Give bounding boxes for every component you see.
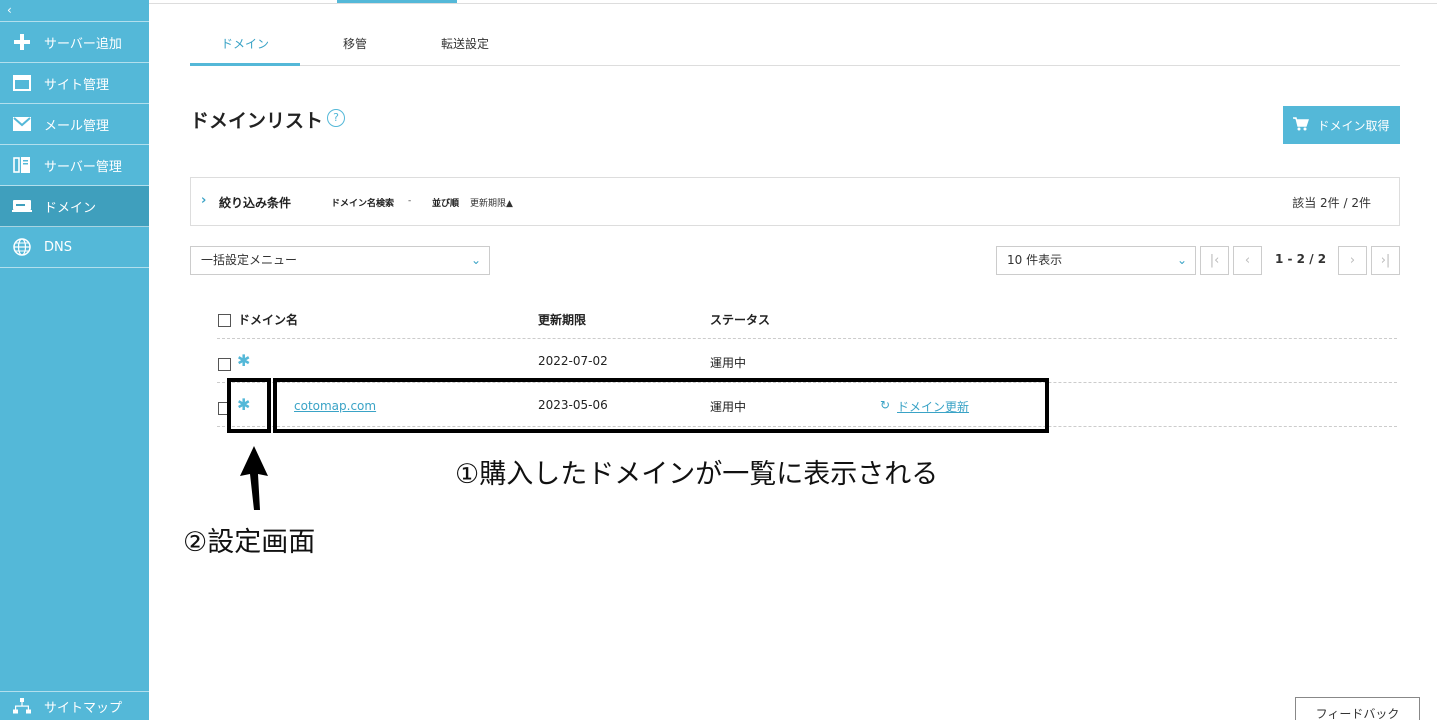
server-icon [0,156,44,174]
page-title: ドメインリスト [190,110,324,132]
sidebar-item-label: サイトマップ [44,700,123,716]
select-all-checkbox[interactable] [218,314,231,327]
column-header-expiry[interactable]: 更新期限 [538,311,586,328]
filter-sort-key: 並び順 [432,199,460,209]
next-page-button[interactable]: › [1338,246,1367,275]
status-cell: 運用中 [710,356,747,370]
help-icon[interactable]: ? [327,109,345,127]
mail-icon [0,117,44,131]
annotation-box-settings [227,378,271,433]
sidebar-item-label: DNS [44,239,72,255]
sidebar-item-label: ドメイン [44,200,97,216]
filter-panel: › 絞り込み条件 ドメイン名検索 - 並び順 更新期限▲ 該当 2件 / 2件 [190,177,1400,226]
globe-icon [0,238,44,256]
last-page-button[interactable]: ›| [1371,246,1400,275]
chevron-down-icon: ⌄ [470,253,481,267]
feedback-button[interactable]: フィードバック [1295,697,1420,720]
dotcom-icon [0,199,44,213]
result-count: 該当 2件 / 2件 [1292,196,1371,210]
sidebar: ‹ サーバー追加 サイト管理 メール管理 サーバー管理 ドメイン DNS サイト… [0,0,149,720]
sidebar-item-label: サーバー管理 [44,159,122,175]
sidebar-collapse-button[interactable]: ‹ [0,0,149,22]
annotation-note-1: ①購入したドメインが一覧に表示される [455,459,939,490]
chevron-right-icon[interactable]: › [201,193,206,208]
column-header-status[interactable]: ステータス [710,311,770,328]
plus-icon [0,33,44,51]
sidebar-item-label: メール管理 [44,118,110,134]
filter-search-key: ドメイン名検索 [331,199,395,209]
bulk-settings-value: 一括設定メニュー [201,253,298,267]
filter-sort-value: 更新期限▲ [470,199,513,209]
sidebar-item-label: サイト管理 [44,77,110,93]
app-root: ‹ サーバー追加 サイト管理 メール管理 サーバー管理 ドメイン DNS サイト… [0,0,1437,720]
per-page-select[interactable]: 10 件表示 ⌄ [996,246,1196,275]
sidebar-item-sitemap[interactable]: サイトマップ [0,691,149,720]
sidebar-item-domain[interactable]: ドメイン [0,186,149,227]
get-domain-label: ドメイン取得 [1317,118,1390,133]
get-domain-button[interactable]: ドメイン取得 [1283,106,1400,144]
annotation-note-2: ②設定画面 [183,527,316,558]
sidebar-item-site-management[interactable]: サイト管理 [0,63,149,104]
sitemap-icon [0,698,44,714]
row-checkbox[interactable] [218,358,231,371]
sidebar-item-server-management[interactable]: サーバー管理 [0,145,149,186]
tab-domain[interactable]: ドメイン [190,28,300,66]
annotation-box-domain-row [273,378,1049,433]
tab-transfer[interactable]: 移管 [300,28,410,66]
gear-icon[interactable]: ✱ [237,351,250,370]
row-divider [217,338,1397,339]
cart-icon [1293,116,1310,134]
prev-page-button[interactable]: ‹ [1233,246,1262,275]
window-icon [0,75,44,91]
filter-title[interactable]: 絞り込み条件 [219,194,291,211]
sidebar-item-server-add[interactable]: サーバー追加 [0,22,149,63]
tab-forwarding[interactable]: 転送設定 [410,28,520,66]
first-page-button[interactable]: |‹ [1200,246,1229,275]
top-active-indicator [337,0,457,3]
column-header-domain[interactable]: ドメイン名 [238,311,298,328]
chevron-left-icon: ‹ [7,3,12,17]
per-page-value: 10 件表示 [1007,253,1063,267]
bulk-settings-select[interactable]: 一括設定メニュー ⌄ [190,246,490,275]
pagination-range: 1 - 2 / 2 [1275,252,1327,266]
tab-bar: ドメイン 移管 転送設定 [190,28,1400,66]
sidebar-item-label: サーバー追加 [44,36,122,52]
sidebar-item-mail-management[interactable]: メール管理 [0,104,149,145]
filter-search-value: - [408,196,412,206]
chevron-down-icon: ⌄ [1176,253,1187,267]
sidebar-item-dns[interactable]: DNS [0,227,149,268]
annotation-arrow [240,446,268,510]
expiry-cell: 2022-07-02 [538,354,608,368]
